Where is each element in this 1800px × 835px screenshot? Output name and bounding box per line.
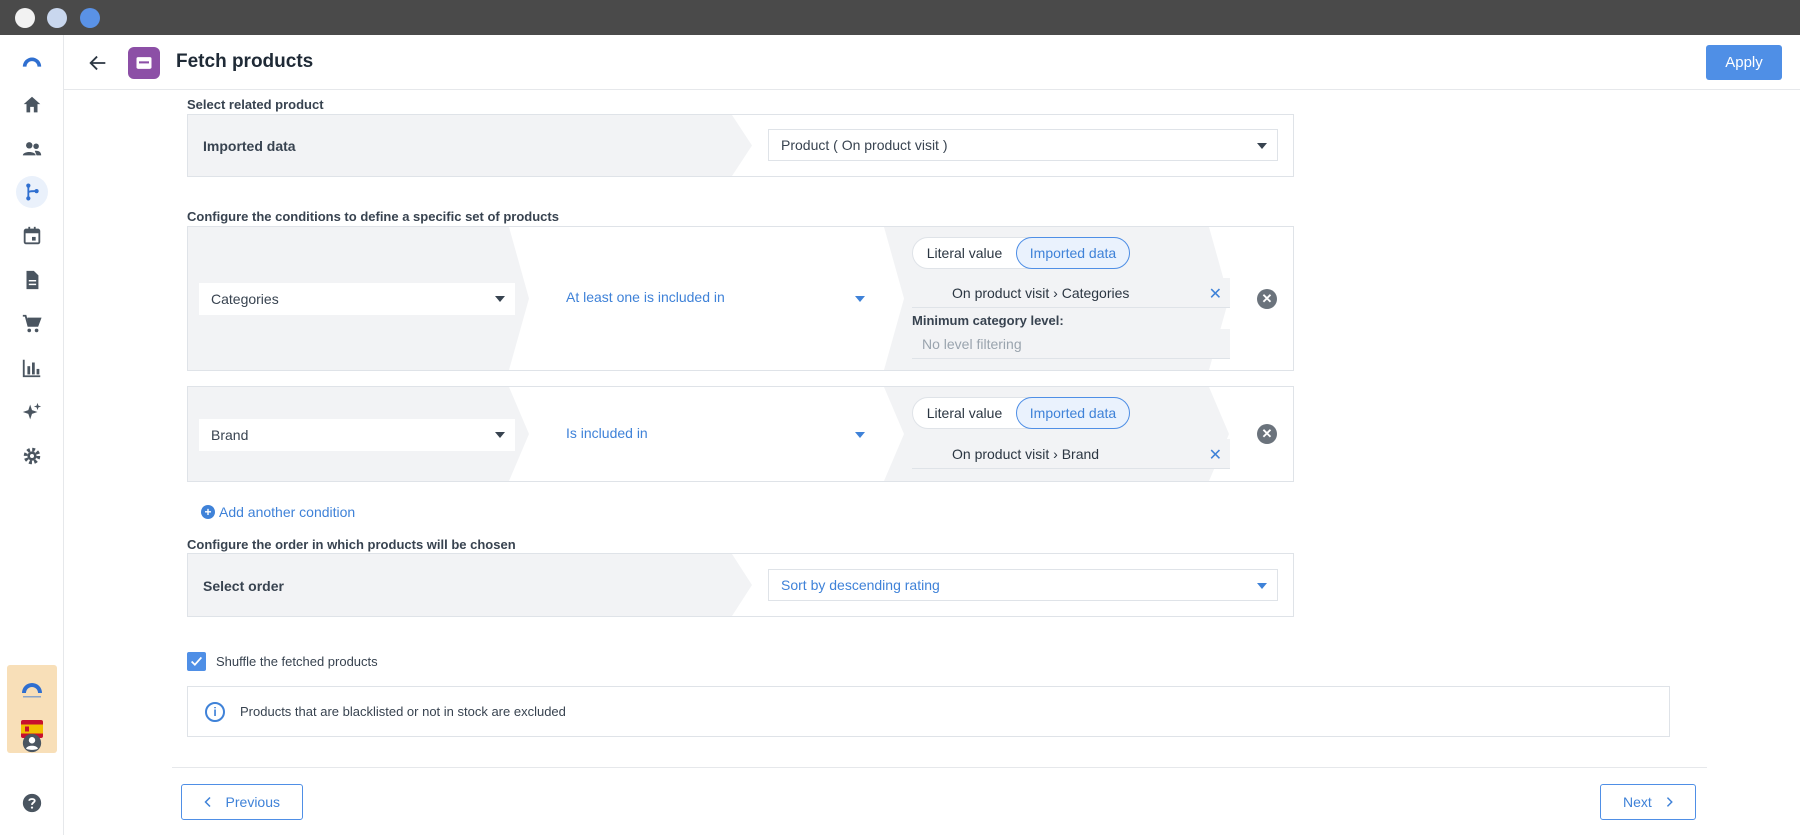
back-button[interactable] (84, 49, 112, 77)
arrow-left-icon (89, 55, 106, 71)
document-icon[interactable] (16, 264, 48, 296)
remove-condition-icon[interactable]: ✕ (1257, 424, 1277, 444)
add-condition-button[interactable]: + Add another condition (201, 504, 355, 520)
condition-value-tag[interactable]: On product visit › Categories ✕ (912, 278, 1230, 308)
bar-chart-icon[interactable] (16, 352, 48, 384)
info-banner: i Products that are blacklisted or not i… (187, 686, 1670, 737)
sidebar (0, 35, 64, 835)
chevron-down-icon (495, 296, 505, 302)
min-category-level-input[interactable]: No level filtering (912, 329, 1230, 359)
sparkles-icon[interactable] (16, 396, 48, 428)
chevron-left-icon (204, 796, 211, 808)
remove-condition-icon[interactable]: ✕ (1257, 289, 1277, 309)
chevron-down-icon (495, 432, 505, 438)
order-select[interactable]: Sort by descending rating (768, 569, 1278, 601)
remove-tag-icon[interactable]: ✕ (1209, 284, 1222, 304)
related-product-section-label: Select related product (187, 97, 324, 112)
shuffle-label[interactable]: Shuffle the fetched products (216, 654, 378, 669)
previous-button[interactable]: Previous (181, 784, 303, 820)
cart-icon[interactable] (16, 308, 48, 340)
order-row-label: Select order (203, 578, 284, 594)
condition-operator-select[interactable]: Is included in (566, 425, 648, 441)
brand-logo-icon[interactable] (20, 677, 44, 701)
chevron-down-icon (855, 432, 865, 438)
value-type-toggle[interactable]: Literal value Imported data (912, 397, 1130, 429)
plus-circle-icon: + (201, 505, 215, 519)
account-icon[interactable] (16, 727, 48, 759)
literal-value-option[interactable]: Literal value (913, 398, 1016, 428)
condition-operator-select[interactable]: At least one is included in (566, 289, 725, 305)
close-window-button[interactable] (15, 8, 35, 28)
fetch-products-icon (128, 47, 160, 79)
gear-icon[interactable] (16, 440, 48, 472)
zoom-window-button[interactable] (80, 8, 100, 28)
chevron-down-icon (1257, 583, 1267, 589)
people-icon[interactable] (16, 133, 48, 165)
related-product-select[interactable]: Product ( On product visit ) (768, 129, 1278, 161)
workflow-icon[interactable] (16, 176, 48, 208)
checkmark-icon (190, 656, 203, 667)
remove-tag-icon[interactable]: ✕ (1209, 445, 1222, 465)
next-button[interactable]: Next (1600, 784, 1696, 820)
min-category-level-label: Minimum category level: (912, 313, 1064, 328)
logo-icon[interactable] (16, 47, 48, 79)
related-product-box: Imported data Product ( On product visit… (187, 114, 1294, 177)
page-header: Fetch products Apply (64, 35, 1800, 90)
window-titlebar (0, 0, 1800, 35)
condition-row-brand: Brand Is included in Literal value Impor… (187, 386, 1294, 482)
conditions-section-label: Configure the conditions to define a spe… (187, 209, 559, 224)
shuffle-checkbox[interactable] (187, 652, 206, 671)
chevron-down-icon (1257, 143, 1267, 149)
info-icon: i (205, 702, 225, 722)
apply-button[interactable]: Apply (1706, 45, 1782, 80)
footer-divider (172, 767, 1707, 768)
condition-field-select[interactable]: Brand (199, 419, 515, 451)
condition-field-select[interactable]: Categories (199, 283, 515, 315)
help-icon[interactable] (16, 787, 48, 819)
order-box: Select order Sort by descending rating (187, 553, 1294, 617)
info-text: Products that are blacklisted or not in … (240, 704, 566, 719)
literal-value-option[interactable]: Literal value (913, 238, 1016, 268)
condition-value-tag[interactable]: On product visit › Brand ✕ (912, 439, 1230, 469)
home-icon[interactable] (16, 89, 48, 121)
calendar-icon[interactable] (16, 220, 48, 252)
condition-row-categories: Categories At least one is included in L… (187, 226, 1294, 371)
chevron-down-icon (855, 296, 865, 302)
chevron-right-icon (1666, 797, 1673, 807)
minimize-window-button[interactable] (47, 8, 67, 28)
page-title: Fetch products (176, 51, 314, 72)
imported-data-option[interactable]: Imported data (1016, 237, 1130, 269)
order-section-label: Configure the order in which products wi… (187, 537, 516, 552)
imported-data-option[interactable]: Imported data (1016, 397, 1130, 429)
related-product-row-label: Imported data (203, 138, 296, 154)
value-type-toggle[interactable]: Literal value Imported data (912, 237, 1130, 269)
